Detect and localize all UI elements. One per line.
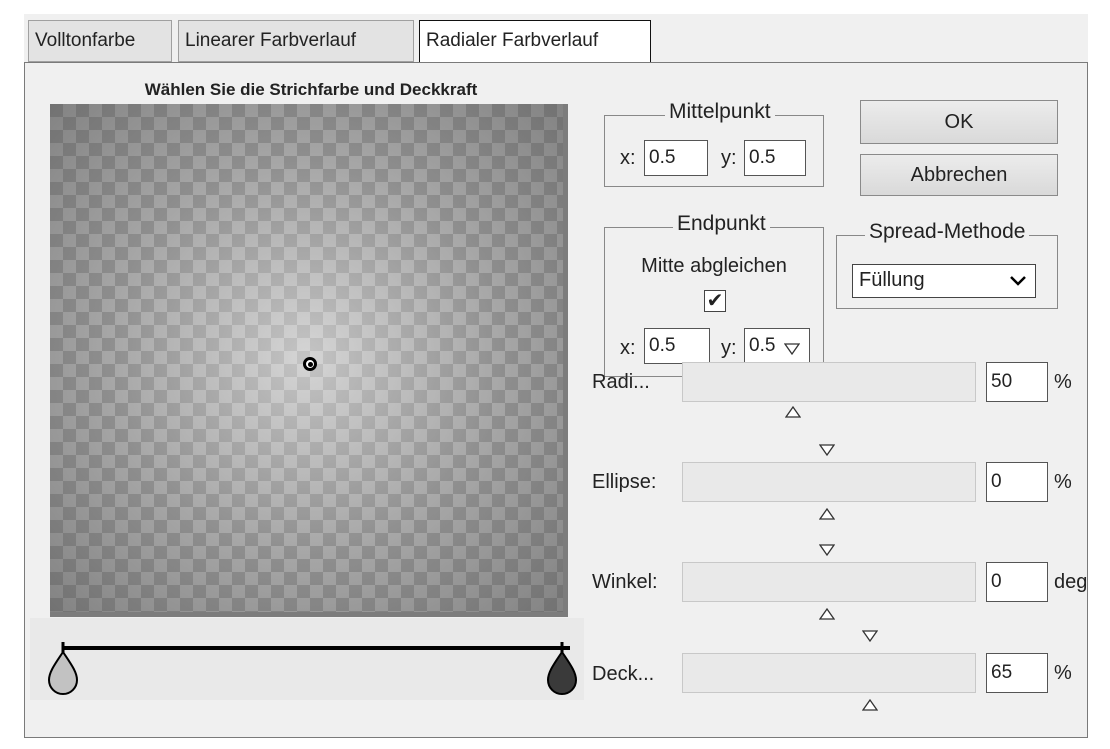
match-center-checkbox[interactable]: ✔ (704, 290, 726, 312)
endpunkt-y-input[interactable]: 0.5 (744, 328, 810, 364)
mittelpunkt-y-label: y: (721, 147, 737, 169)
ellipse-bottom-thumb[interactable] (819, 508, 835, 520)
endpunkt-x-input[interactable]: 0.5 (644, 328, 710, 364)
chevron-down-icon (1010, 276, 1026, 286)
deckkraft-unit: % (1054, 662, 1072, 684)
ellipse-input[interactable]: 0 (986, 462, 1048, 502)
ellipse-slider-track[interactable] (682, 462, 976, 502)
match-center-label: Mitte abgleichen (641, 255, 787, 277)
mittelpunkt-y-input[interactable]: 0.5 (744, 140, 806, 176)
deckkraft-input[interactable]: 65 (986, 653, 1048, 693)
ok-button[interactable]: OK (860, 100, 1058, 144)
radius-label: Radi... (592, 371, 650, 393)
radius-unit: % (1054, 371, 1072, 393)
endpunkt-y-label: y: (721, 337, 737, 359)
radius-slider-track[interactable] (682, 362, 976, 402)
gradient-line (62, 646, 570, 650)
tab-volltonfarbe[interactable]: Volltonfarbe (28, 20, 172, 62)
deckkraft-slider-track[interactable] (682, 653, 976, 693)
mittelpunkt-x-label: x: (620, 147, 636, 169)
ellipse-unit: % (1054, 471, 1072, 493)
radius-top-thumb[interactable] (784, 343, 800, 355)
spread-method-value: Füllung (859, 269, 925, 291)
spread-method-select[interactable]: Füllung (852, 264, 1036, 298)
radius-input[interactable]: 50 (986, 362, 1048, 402)
ellipse-top-thumb[interactable] (819, 444, 835, 456)
radius-bottom-thumb[interactable] (785, 406, 801, 418)
winkel-input[interactable]: 0 (986, 562, 1048, 602)
preview-title: Wählen Sie die Strichfarbe und Deckkraft (144, 80, 478, 99)
spread-method-legend: Spread-Methode (865, 220, 1030, 244)
cancel-button[interactable]: Abbrechen (860, 154, 1058, 196)
winkel-label: Winkel: (592, 571, 658, 593)
winkel-bottom-thumb[interactable] (819, 608, 835, 620)
endpunkt-x-label: x: (620, 337, 636, 359)
ellipse-label: Ellipse: (592, 471, 657, 493)
gradient-stop-left[interactable] (47, 640, 79, 696)
deckkraft-label: Deck... (592, 663, 655, 685)
tab-linearer-farbverlauf[interactable]: Linearer Farbverlauf (178, 20, 414, 62)
winkel-slider-track[interactable] (682, 562, 976, 602)
deckkraft-top-thumb[interactable] (862, 630, 878, 642)
winkel-unit: deg (1054, 571, 1088, 593)
tab-radialer-farbverlauf[interactable]: Radialer Farbverlauf (419, 20, 651, 62)
center-point-handle[interactable] (303, 357, 317, 371)
gradient-stop-bar[interactable] (30, 618, 584, 700)
endpunkt-legend: Endpunkt (673, 212, 770, 236)
deckkraft-bottom-thumb[interactable] (862, 699, 878, 711)
mittelpunkt-legend: Mittelpunkt (665, 100, 775, 124)
winkel-top-thumb[interactable] (819, 544, 835, 556)
gradient-stop-right[interactable] (546, 640, 578, 696)
mittelpunkt-x-input[interactable]: 0.5 (644, 140, 708, 176)
